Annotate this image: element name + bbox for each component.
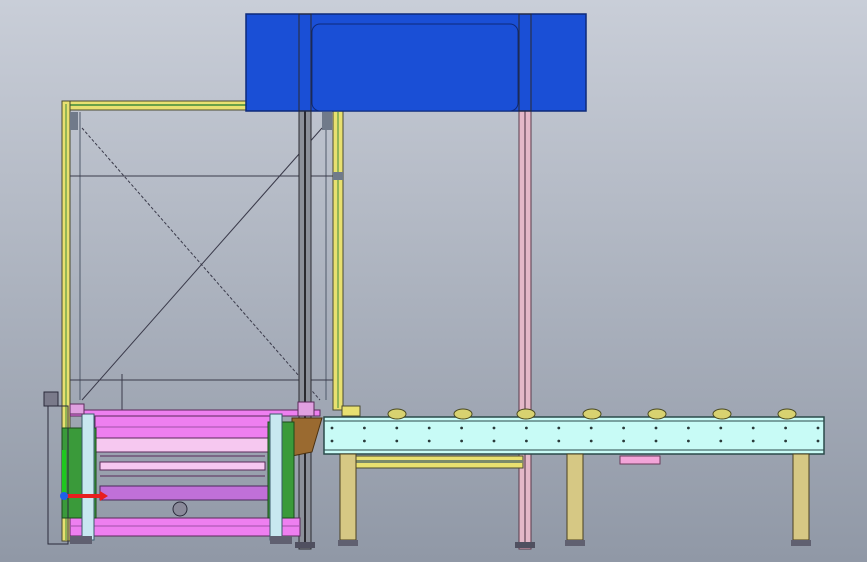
conveyor-bolt — [330, 426, 334, 430]
conveyor-bolt — [654, 439, 658, 443]
conveyor-pink-tag — [619, 455, 661, 465]
conveyor-bolt — [557, 439, 561, 443]
conveyor-bolt — [719, 426, 723, 430]
cad-viewport[interactable] — [0, 0, 867, 562]
blue-housing-inner-panel — [311, 23, 519, 112]
conveyor-bolt — [460, 439, 463, 443]
conveyor-bolt — [525, 426, 528, 430]
conveyor-bolt — [395, 439, 399, 443]
roller-6 — [712, 408, 732, 420]
conveyor-bolt — [427, 426, 431, 430]
roller-7 — [777, 408, 797, 420]
conveyor-bolt — [784, 439, 787, 443]
conveyor-bolt — [816, 439, 820, 443]
machine-belt-bar — [99, 461, 266, 471]
conveyor-bolt — [427, 439, 431, 443]
conveyor-bolt — [525, 439, 528, 443]
conveyor-bolt — [460, 426, 463, 430]
conveyor-bolt — [719, 439, 723, 443]
machine-base — [69, 517, 301, 537]
conveyor-leg-3 — [792, 453, 810, 541]
conveyor-bolt — [395, 426, 399, 430]
conveyor-bolt — [654, 426, 658, 430]
left-machine[interactable] — [43, 391, 323, 545]
roller-2 — [453, 408, 473, 420]
conveyor-bolt — [687, 439, 690, 443]
conveyor-bolt — [557, 426, 561, 430]
conveyor-bolt — [687, 426, 690, 430]
conveyor-bolt — [751, 426, 755, 430]
machine-top-clamp-left — [69, 403, 85, 415]
conveyor-bolt — [751, 439, 755, 443]
machine-left-bracket — [43, 391, 59, 407]
conveyor-bolt — [363, 426, 366, 430]
conveyor-bolt — [589, 426, 593, 430]
conveyor-foot-1 — [338, 540, 358, 546]
conveyor-bolt — [784, 426, 787, 430]
left-frame-bracket-mid — [333, 172, 343, 180]
conveyor-bolt — [816, 426, 820, 430]
machine-foot-right — [270, 536, 292, 544]
triad-origin — [60, 492, 68, 500]
tower-foot-left — [295, 542, 315, 548]
machine-column-left — [81, 413, 95, 541]
conveyor-foot-3 — [791, 540, 811, 546]
conveyor-bolt — [492, 439, 496, 443]
machine-lower-roller — [99, 485, 271, 501]
conveyor-sensor — [341, 405, 361, 417]
conveyor-bolt — [622, 439, 625, 443]
left-frame-bracket-top-right — [322, 112, 332, 130]
roller-3 — [516, 408, 536, 420]
conveyor-leg-2 — [566, 453, 584, 541]
machine-wheel — [172, 501, 188, 517]
machine-mid-panel — [94, 437, 271, 453]
cad-assembly-drawing[interactable] — [0, 0, 867, 562]
conveyor-lower-frame-inner — [343, 460, 523, 463]
conveyor-beam[interactable] — [323, 416, 825, 455]
left-frame-bracket-top-left — [70, 112, 78, 130]
conveyor-bolt — [589, 439, 593, 443]
machine-top-clamp-right — [297, 401, 315, 417]
conveyor-leg-1 — [339, 453, 357, 541]
conveyor-bolt — [330, 439, 334, 443]
roller-1 — [387, 408, 407, 420]
roller-5 — [647, 408, 667, 420]
conveyor-foot-2 — [565, 540, 585, 546]
conveyor-bolt — [492, 426, 496, 430]
tower-foot-right — [515, 542, 535, 548]
roller-4 — [582, 408, 602, 420]
conveyor-bolt — [363, 439, 366, 443]
conveyor-bolt — [622, 426, 625, 430]
machine-column-right — [269, 413, 283, 541]
machine-foot-left — [70, 536, 92, 544]
